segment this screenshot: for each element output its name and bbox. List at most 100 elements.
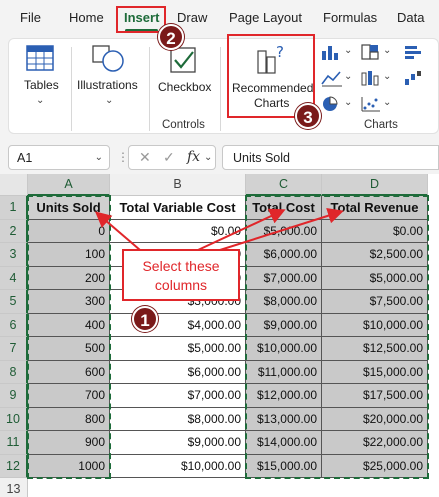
cell-b10[interactable]: $8,000.00 [110, 407, 246, 431]
cell-a8[interactable]: 600 [28, 360, 110, 384]
cell-b8[interactable]: $6,000.00 [110, 360, 246, 384]
cell-a5[interactable]: 300 [28, 290, 110, 314]
shapes-icon [92, 45, 124, 72]
cell-c12[interactable]: $15,000.00 [246, 454, 322, 478]
cell-b2[interactable]: $0.00 [110, 219, 246, 243]
insert-function-icon[interactable]: fx [187, 149, 200, 165]
column-header-c[interactable]: C [246, 174, 322, 196]
statistic-chart-icon[interactable] [360, 69, 382, 87]
cell-a11[interactable]: 900 [28, 431, 110, 455]
chevron-down-icon: ⌄ [383, 45, 392, 56]
select-all-corner[interactable] [0, 174, 28, 196]
tab-page-layout[interactable]: Page Layout [229, 10, 302, 25]
row-header-8[interactable]: 8 [0, 360, 28, 384]
charts-group-label: Charts [364, 119, 398, 131]
column-header-b[interactable]: B [110, 174, 246, 196]
cell-a3[interactable]: 100 [28, 243, 110, 267]
row-header-7[interactable]: 7 [0, 337, 28, 361]
cell-d8[interactable]: $15,000.00 [322, 360, 428, 384]
row-header-1[interactable]: 1 [0, 196, 28, 220]
row-header-4[interactable]: 4 [0, 266, 28, 290]
ribbon-separator [71, 47, 72, 131]
column-chart-icon[interactable] [320, 43, 344, 61]
cell-b7[interactable]: $5,000.00 [110, 337, 246, 361]
row-header-11[interactable]: 11 [0, 431, 28, 455]
row-header-3[interactable]: 3 [0, 243, 28, 267]
tab-formulas[interactable]: Formulas [323, 10, 377, 25]
column-header-d[interactable]: D [322, 174, 428, 196]
ribbon-separator [220, 47, 221, 131]
waterfall-chart-icon[interactable] [403, 69, 425, 87]
cell-d11[interactable]: $22,000.00 [322, 431, 428, 455]
insert-highlight-box [116, 6, 166, 33]
row-header-12[interactable]: 12 [0, 454, 28, 478]
cell-c11[interactable]: $14,000.00 [246, 431, 322, 455]
cell-b11[interactable]: $9,000.00 [110, 431, 246, 455]
ribbon-separator [149, 47, 150, 131]
row-header-6[interactable]: 6 [0, 313, 28, 337]
tab-data[interactable]: Data [397, 10, 424, 25]
instruction-callout: Select these columns [122, 249, 240, 301]
controls-group-label: Controls [162, 119, 205, 131]
cell-b9[interactable]: $7,000.00 [110, 384, 246, 408]
cell-a7[interactable]: 500 [28, 337, 110, 361]
cell-d3[interactable]: $2,500.00 [322, 243, 428, 267]
cell-a9[interactable]: 700 [28, 384, 110, 408]
worksheet-grid: A B C D 1 2 3 4 5 6 7 8 9 10 11 12 13 Units Sold Total Var… [0, 174, 439, 497]
cell-a1[interactable]: Units Sold [28, 196, 110, 220]
name-box[interactable]: A1 ⌄ [8, 145, 110, 170]
tab-draw[interactable]: Draw [177, 10, 207, 25]
cell-d9[interactable]: $17,500.00 [322, 384, 428, 408]
step-3-badge: 3 [295, 103, 321, 129]
cell-c2[interactable]: $5,000.00 [246, 219, 322, 243]
bar-chart-icon[interactable] [403, 43, 425, 61]
cell-c6[interactable]: $9,000.00 [246, 313, 322, 337]
cell-b12[interactable]: $10,000.00 [110, 454, 246, 478]
column-header-a[interactable]: A [28, 174, 110, 196]
line-chart-icon[interactable] [320, 69, 344, 87]
cell-a4[interactable]: 200 [28, 266, 110, 290]
cell-d1[interactable]: Total Revenue [322, 196, 428, 220]
step-2-badge: 2 [158, 24, 184, 50]
cancel-icon[interactable]: ✕ [139, 149, 151, 166]
cell-c7[interactable]: $10,000.00 [246, 337, 322, 361]
cell-c4[interactable]: $7,000.00 [246, 266, 322, 290]
cell-a2[interactable]: 0 [28, 219, 110, 243]
cell-d5[interactable]: $7,500.00 [322, 290, 428, 314]
tab-file[interactable]: File [20, 10, 41, 25]
cell-c5[interactable]: $8,000.00 [246, 290, 322, 314]
cell-c9[interactable]: $12,000.00 [246, 384, 322, 408]
cell-b6[interactable]: $4,000.00 [110, 313, 246, 337]
cell-d2[interactable]: $0.00 [322, 219, 428, 243]
cell-b1[interactable]: Total Variable Cost [110, 196, 246, 220]
cell-c3[interactable]: $6,000.00 [246, 243, 322, 267]
chevron-down-icon: ⌄ [344, 97, 353, 108]
cell-c1[interactable]: Total Cost [246, 196, 322, 220]
cell-a12[interactable]: 1000 [28, 454, 110, 478]
cell-d7[interactable]: $12,500.00 [322, 337, 428, 361]
cell-c8[interactable]: $11,000.00 [246, 360, 322, 384]
illustrations-label: Illustrations [77, 78, 138, 92]
row-header-13[interactable]: 13 [0, 478, 28, 497]
pie-chart-icon[interactable] [320, 95, 344, 113]
hierarchy-chart-icon[interactable] [360, 43, 382, 61]
cell-d4[interactable]: $5,000.00 [322, 266, 428, 290]
menu-bar: File Home Insert Draw Page Layout Formul… [0, 0, 439, 36]
checkbox-label: Checkbox [158, 80, 212, 94]
row-header-5[interactable]: 5 [0, 290, 28, 314]
tables-label: Tables [24, 78, 59, 92]
scatter-chart-icon[interactable] [360, 95, 382, 113]
cell-d10[interactable]: $20,000.00 [322, 407, 428, 431]
cell-a6[interactable]: 400 [28, 313, 110, 337]
row-header-10[interactable]: 10 [0, 407, 28, 431]
cell-a10[interactable]: 800 [28, 407, 110, 431]
cell-d12[interactable]: $25,000.00 [322, 454, 428, 478]
tab-home[interactable]: Home [69, 10, 104, 25]
cell-d6[interactable]: $10,000.00 [322, 313, 428, 337]
enter-icon[interactable]: ✓ [163, 149, 175, 166]
row-header-2[interactable]: 2 [0, 219, 28, 243]
formula-input[interactable]: Units Sold [222, 145, 439, 170]
row-header-9[interactable]: 9 [0, 384, 28, 408]
formula-bar: A1 ⌄ ⋮ ✕ ✓ fx ⌄ Units Sold [0, 140, 439, 174]
cell-c10[interactable]: $13,000.00 [246, 407, 322, 431]
